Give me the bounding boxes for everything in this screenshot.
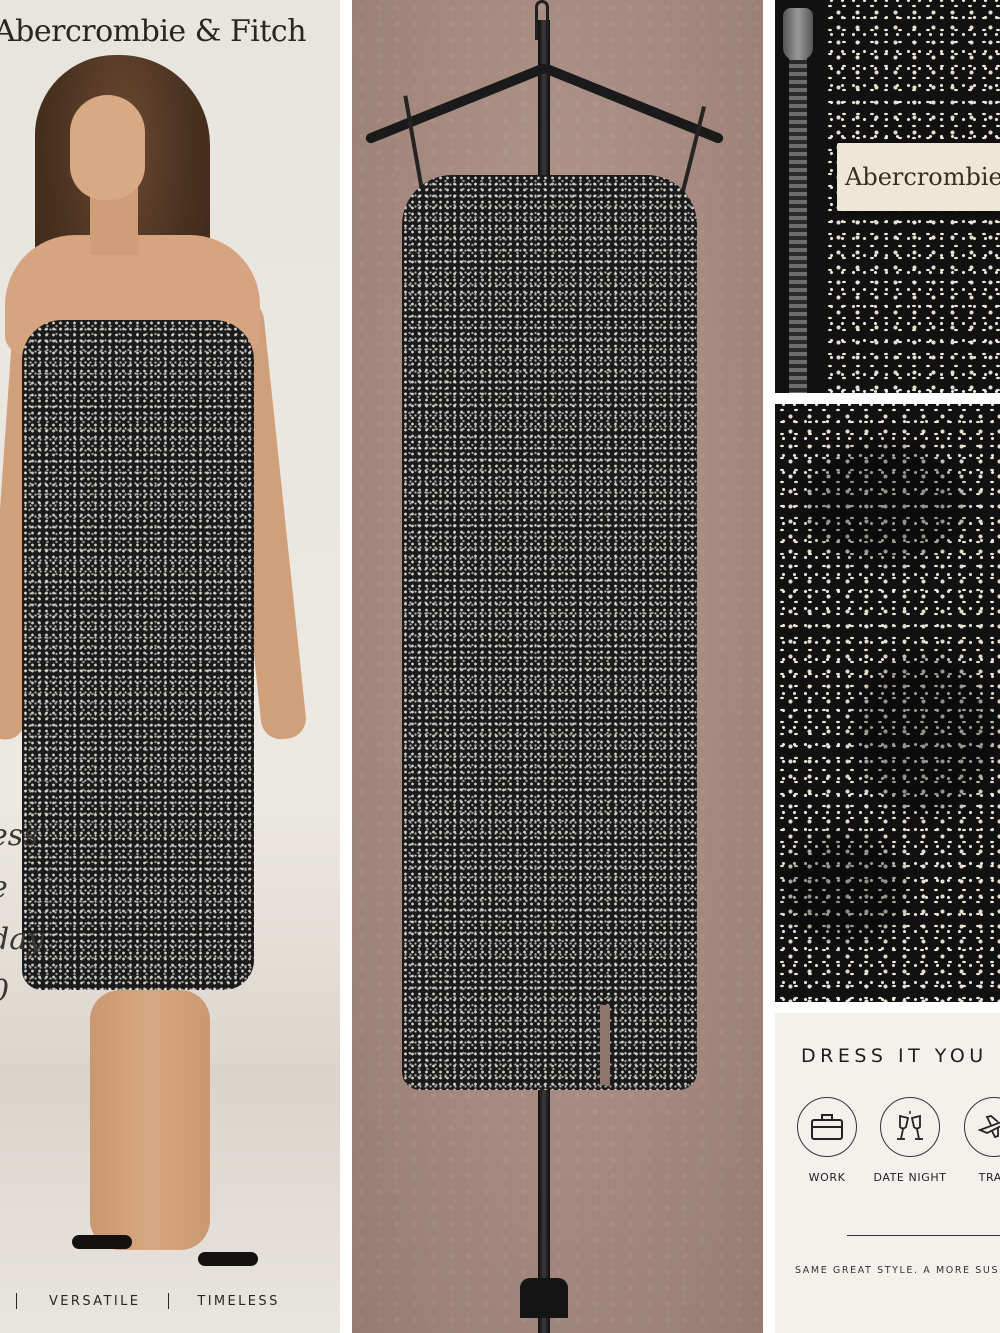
left-sandal [72, 1235, 132, 1249]
script-caption: ess e day 0 [0, 810, 60, 1018]
right-sandal [198, 1252, 258, 1266]
dress-slit [600, 1005, 610, 1085]
briefcase-icon [797, 1097, 857, 1157]
fabric-fold [785, 834, 905, 944]
occasion-label: TRAV [978, 1171, 1000, 1184]
occasion-work: WORK [786, 1097, 868, 1184]
occasion-card: DRESS IT YOU WORK DATE NIGHT TRA SAME GR… [775, 1013, 1000, 1333]
champagne-glasses-icon [880, 1097, 940, 1157]
hanging-dress [402, 175, 697, 1090]
model-legs [90, 990, 210, 1250]
card-footer: SAME GREAT STYLE. A MORE SUS [795, 1265, 1000, 1276]
script-line: e [0, 862, 60, 914]
script-line: day [0, 922, 45, 957]
tag-divider [16, 1293, 17, 1309]
zipper-teeth [789, 40, 807, 393]
tag-versatile: VERSATILE [49, 1293, 141, 1309]
hanger-hook [535, 0, 549, 40]
airplane-icon [964, 1097, 1000, 1157]
fabric-closeup-panel [775, 404, 1000, 1002]
dress-stand-base [520, 1278, 568, 1318]
tag-divider [168, 1293, 170, 1309]
model-photo-panel: Abercrombie & Fitch ess e day 0 VERSATIL… [0, 0, 340, 1333]
card-divider [847, 1235, 1000, 1236]
occasion-label: DATE NIGHT [873, 1171, 947, 1184]
card-title: DRESS IT YOU [801, 1045, 988, 1067]
script-line: ess [0, 818, 39, 853]
brand-label: Abercrombie [837, 143, 1000, 211]
tag-timeless: TIMELESS [197, 1293, 280, 1309]
occasion-travel: TRAV [953, 1097, 1000, 1184]
fabric-fold [805, 444, 965, 564]
zipper-pull [783, 8, 813, 60]
occasion-date-night: DATE NIGHT [869, 1097, 951, 1184]
label-closeup-panel: Abercrombie [775, 0, 1000, 393]
fabric-fold [855, 654, 995, 814]
script-line: 0 [0, 966, 60, 1018]
hanger-photo-panel [352, 0, 763, 1333]
model-face [70, 95, 145, 200]
feature-tags: VERSATILE TIMELESS [0, 1288, 340, 1314]
brand-logo: Abercrombie & Fitch [0, 14, 307, 49]
occasion-label: WORK [808, 1171, 846, 1184]
